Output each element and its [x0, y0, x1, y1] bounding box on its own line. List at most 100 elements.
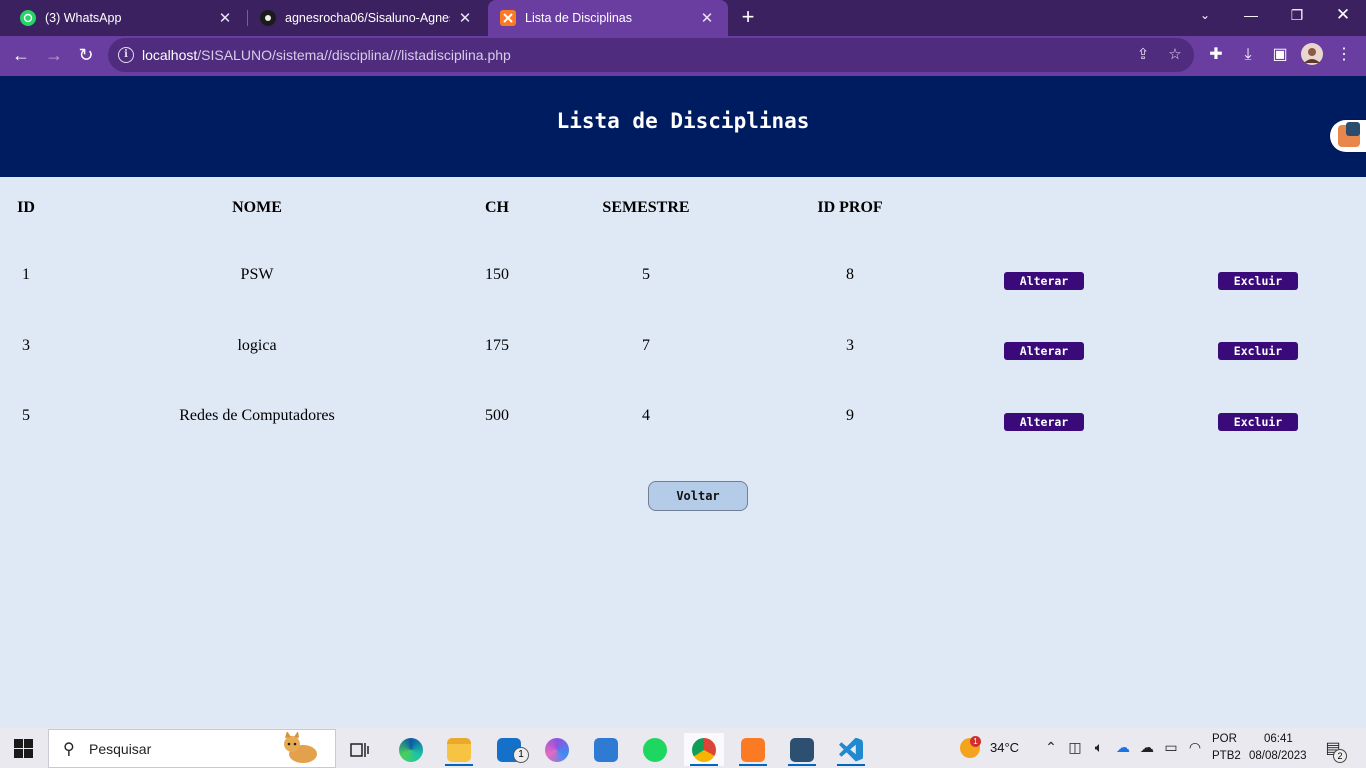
copilot-icon	[545, 737, 569, 762]
column-header-id: ID	[17, 199, 35, 216]
windows-start-icon[interactable]	[14, 739, 34, 759]
back-arrow-icon[interactable]: ←	[8, 42, 34, 68]
url-path: /SISALUNO/sistema//disciplina///listadis…	[197, 47, 511, 63]
taskbar-xampp[interactable]	[733, 733, 773, 766]
page-title: Lista de Disciplinas	[556, 109, 810, 133]
clock-date[interactable]: 08/08/2023	[1249, 750, 1307, 762]
cell-semestre: 4	[642, 407, 650, 424]
search-highlight-cat-icon	[284, 732, 317, 763]
battery-icon[interactable]: ▭	[1162, 738, 1180, 756]
wifi-icon[interactable]: ◠	[1186, 738, 1204, 756]
cell-semestre: 7	[642, 337, 650, 354]
close-window-button[interactable]: ✕	[1320, 0, 1366, 30]
github-icon	[260, 10, 276, 26]
taskbar-copilot[interactable]	[537, 733, 577, 766]
cell-id: 3	[22, 337, 30, 354]
cell-nome: PSW	[240, 266, 274, 283]
browser-menu-icon[interactable]: ⋮	[1332, 43, 1356, 67]
extensions-puzzle-icon[interactable]: ✚	[1204, 43, 1228, 67]
onedrive-cloud-icon[interactable]: ☁	[1114, 738, 1132, 756]
profile-avatar[interactable]	[1300, 43, 1324, 67]
delete-button[interactable]: Excluir	[1218, 413, 1298, 431]
network-sync-icon[interactable]: ☁	[1138, 738, 1156, 756]
search-icon: ⚲	[63, 741, 75, 758]
cell-semestre: 5	[642, 266, 650, 283]
taskbar-chrome[interactable]	[684, 733, 724, 766]
weather-badge: 1	[970, 736, 981, 747]
taskbar-mysql-workbench[interactable]	[782, 733, 822, 766]
close-tab-icon[interactable]: ✕	[698, 9, 716, 27]
clock-time[interactable]: 06:41	[1264, 733, 1293, 745]
bookmark-star-icon[interactable]: ☆	[1164, 44, 1186, 66]
xampp-icon	[741, 737, 765, 762]
tab-label: Lista de Disciplinas	[525, 11, 632, 25]
taskbar-vscode[interactable]	[831, 733, 871, 766]
cell-nome: logica	[237, 337, 277, 354]
cell-id: 5	[22, 407, 30, 424]
url-host: localhost	[142, 47, 198, 63]
running-indicator	[739, 764, 767, 766]
tab-whatsapp[interactable]: (3) WhatsApp ✕	[8, 0, 246, 36]
cell-ch: 175	[485, 337, 509, 354]
close-tab-icon[interactable]: ✕	[216, 9, 234, 27]
spotify-icon	[643, 737, 667, 762]
delete-button[interactable]: Excluir	[1218, 272, 1298, 290]
forward-arrow-icon[interactable]: →	[41, 42, 67, 68]
speaker-icon[interactable]: 🔈︎	[1090, 738, 1108, 756]
minimize-button[interactable]: —	[1228, 0, 1274, 30]
delete-button[interactable]: Excluir	[1218, 342, 1298, 360]
site-info-icon[interactable]: i	[118, 47, 134, 63]
whatsapp-icon	[20, 10, 36, 26]
taskbar-spotify[interactable]	[635, 733, 675, 766]
language-indicator-bottom[interactable]: PTB2	[1212, 750, 1241, 762]
reload-icon[interactable]: ↻	[73, 42, 99, 68]
side-panel-icon[interactable]: ▣	[1268, 43, 1292, 67]
column-header-nome: NOME	[232, 199, 282, 216]
column-header-semestre: SEMESTRE	[602, 199, 690, 216]
meet-camera-icon[interactable]: ◫	[1066, 738, 1084, 756]
notification-badge: 2	[1333, 749, 1347, 763]
show-hidden-icons-chevron-icon[interactable]: ⌃	[1042, 738, 1060, 756]
news-icon	[594, 737, 618, 762]
taskbar-search-box[interactable]: ⚲ Pesquisar	[48, 729, 336, 768]
cell-ch: 150	[485, 266, 509, 283]
edge-icon	[399, 737, 423, 762]
task-view-button[interactable]	[340, 733, 380, 766]
new-tab-button[interactable]: +	[736, 5, 760, 29]
url-text[interactable]: localhost/SISALUNO/sistema//disciplina//…	[142, 47, 511, 63]
download-icon[interactable]: ⤓	[1236, 43, 1260, 67]
restore-button[interactable]: ❐	[1274, 0, 1320, 30]
search-placeholder: Pesquisar	[89, 741, 152, 757]
taskbar-mail[interactable]: 1	[489, 733, 529, 766]
vscode-icon	[839, 737, 863, 762]
back-button[interactable]: Voltar	[648, 481, 748, 511]
tab-search-chevron-icon[interactable]: ⌄	[1182, 0, 1228, 30]
tab-label: (3) WhatsApp	[45, 11, 122, 25]
tab-github[interactable]: agnesrocha06/Sisaluno-Agnes: R ✕	[248, 0, 486, 36]
alter-button[interactable]: Alterar	[1004, 272, 1084, 290]
cell-id-prof: 9	[846, 407, 854, 424]
mysql-workbench-icon	[790, 737, 814, 762]
extension-badge-icon	[1346, 122, 1360, 136]
running-indicator	[788, 764, 816, 766]
language-indicator-top[interactable]: POR	[1212, 733, 1237, 745]
close-tab-icon[interactable]: ✕	[456, 9, 474, 27]
alter-button[interactable]: Alterar	[1004, 342, 1084, 360]
folder-icon	[447, 737, 471, 762]
taskbar-edge[interactable]	[391, 733, 431, 766]
column-header-ch: CH	[485, 199, 509, 216]
xampp-icon	[500, 10, 516, 26]
chrome-icon	[692, 737, 716, 762]
alter-button[interactable]: Alterar	[1004, 413, 1084, 431]
cell-id: 1	[22, 266, 30, 283]
tab-label: agnesrocha06/Sisaluno-Agnes: R	[285, 11, 450, 25]
column-header-id-prof: ID PROF	[817, 199, 883, 216]
address-bar[interactable]: i localhost/SISALUNO/sistema//disciplina…	[108, 38, 1194, 72]
floating-extension-button[interactable]	[1330, 120, 1366, 152]
cell-nome: Redes de Computadores	[179, 407, 335, 424]
taskbar-news[interactable]	[586, 733, 626, 766]
share-icon[interactable]: ⇪	[1132, 44, 1154, 66]
taskbar-file-explorer[interactable]	[439, 733, 479, 766]
tab-lista-disciplinas[interactable]: Lista de Disciplinas ✕	[488, 0, 728, 36]
weather-temperature[interactable]: 34°C	[990, 740, 1019, 755]
